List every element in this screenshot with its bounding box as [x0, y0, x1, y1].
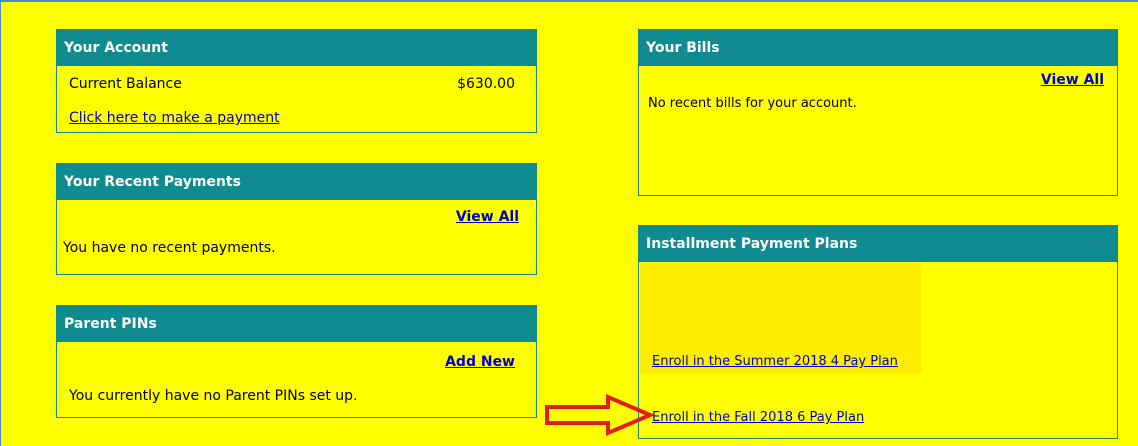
recent-payments-view-all-link[interactable]: View All: [456, 209, 519, 225]
recent-payments-message: You have no recent payments.: [63, 240, 276, 256]
enroll-summer-2018-link[interactable]: Enroll in the Summer 2018 4 Pay Plan: [652, 354, 898, 369]
parent-pins-message: You currently have no Parent PINs set up…: [69, 388, 358, 404]
your-bills-panel: Your Bills View All No recent bills for …: [638, 29, 1118, 196]
parent-pins-panel: Parent PINs Add New You currently have n…: [56, 305, 537, 418]
your-bills-header: Your Bills: [639, 30, 1117, 66]
enroll-fall-2018-link[interactable]: Enroll in the Fall 2018 6 Pay Plan: [652, 410, 864, 425]
current-balance-label: Current Balance: [69, 76, 182, 92]
current-balance-value: $630.00: [457, 76, 515, 92]
make-payment-link[interactable]: Click here to make a payment: [69, 110, 280, 126]
installment-plans-panel: Installment Payment Plans Enroll in the …: [638, 225, 1118, 439]
your-account-header: Your Account: [57, 30, 536, 66]
bills-view-all-link[interactable]: View All: [1041, 72, 1104, 88]
installment-plans-header: Installment Payment Plans: [639, 226, 1117, 262]
your-account-panel: Your Account Current Balance $630.00 Cli…: [56, 29, 537, 133]
red-arrow-right-icon: [545, 394, 656, 437]
add-new-pin-link[interactable]: Add New: [445, 354, 515, 370]
parent-pins-header: Parent PINs: [57, 306, 536, 342]
recent-payments-panel: Your Recent Payments View All You have n…: [56, 163, 537, 275]
recent-payments-header: Your Recent Payments: [57, 164, 536, 200]
bills-message: No recent bills for your account.: [648, 96, 857, 111]
